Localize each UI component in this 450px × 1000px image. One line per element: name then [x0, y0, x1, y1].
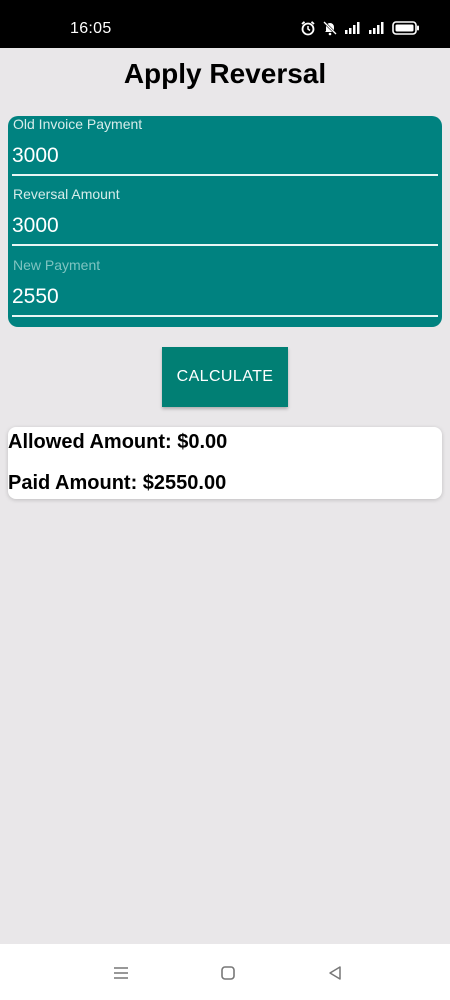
field-underline	[12, 174, 438, 176]
field-underline	[12, 315, 438, 317]
paid-amount-text: Paid Amount: $2550.00	[8, 472, 227, 494]
back-icon[interactable]	[324, 962, 346, 984]
navigation-bar	[0, 944, 450, 1000]
new-payment-input[interactable]: 2550	[12, 285, 432, 309]
field-label: Old Invoice Payment	[13, 116, 143, 132]
field-underline	[12, 244, 438, 246]
reversal-amount-input[interactable]: 3000	[12, 214, 432, 238]
form-card: Old Invoice Payment 3000 Reversal Amount…	[8, 116, 442, 327]
status-bar: 16:05	[0, 0, 450, 48]
field-label: Reversal Amount	[13, 186, 120, 202]
reversal-amount-field[interactable]: Reversal Amount 3000	[12, 186, 438, 250]
field-label: New Payment	[13, 257, 101, 273]
mute-icon	[322, 20, 338, 36]
new-payment-field[interactable]: New Payment 2550	[12, 257, 438, 321]
status-time: 16:05	[70, 20, 112, 37]
battery-icon	[392, 21, 420, 35]
alarm-icon	[300, 20, 316, 36]
calculate-button[interactable]: CALCULATE	[162, 347, 288, 407]
old-invoice-payment-field[interactable]: Old Invoice Payment 3000	[12, 116, 438, 180]
page-title: Apply Reversal	[123, 58, 327, 89]
signal-icon	[344, 21, 362, 35]
result-card: Allowed Amount: $0.00 Paid Amount: $2550…	[8, 427, 442, 499]
home-icon[interactable]	[217, 962, 239, 984]
old-invoice-payment-input[interactable]: 3000	[12, 144, 432, 168]
signal-icon	[368, 21, 386, 35]
status-icons	[300, 20, 420, 36]
menu-icon[interactable]	[110, 962, 132, 984]
allowed-amount-text: Allowed Amount: $0.00	[8, 431, 228, 453]
